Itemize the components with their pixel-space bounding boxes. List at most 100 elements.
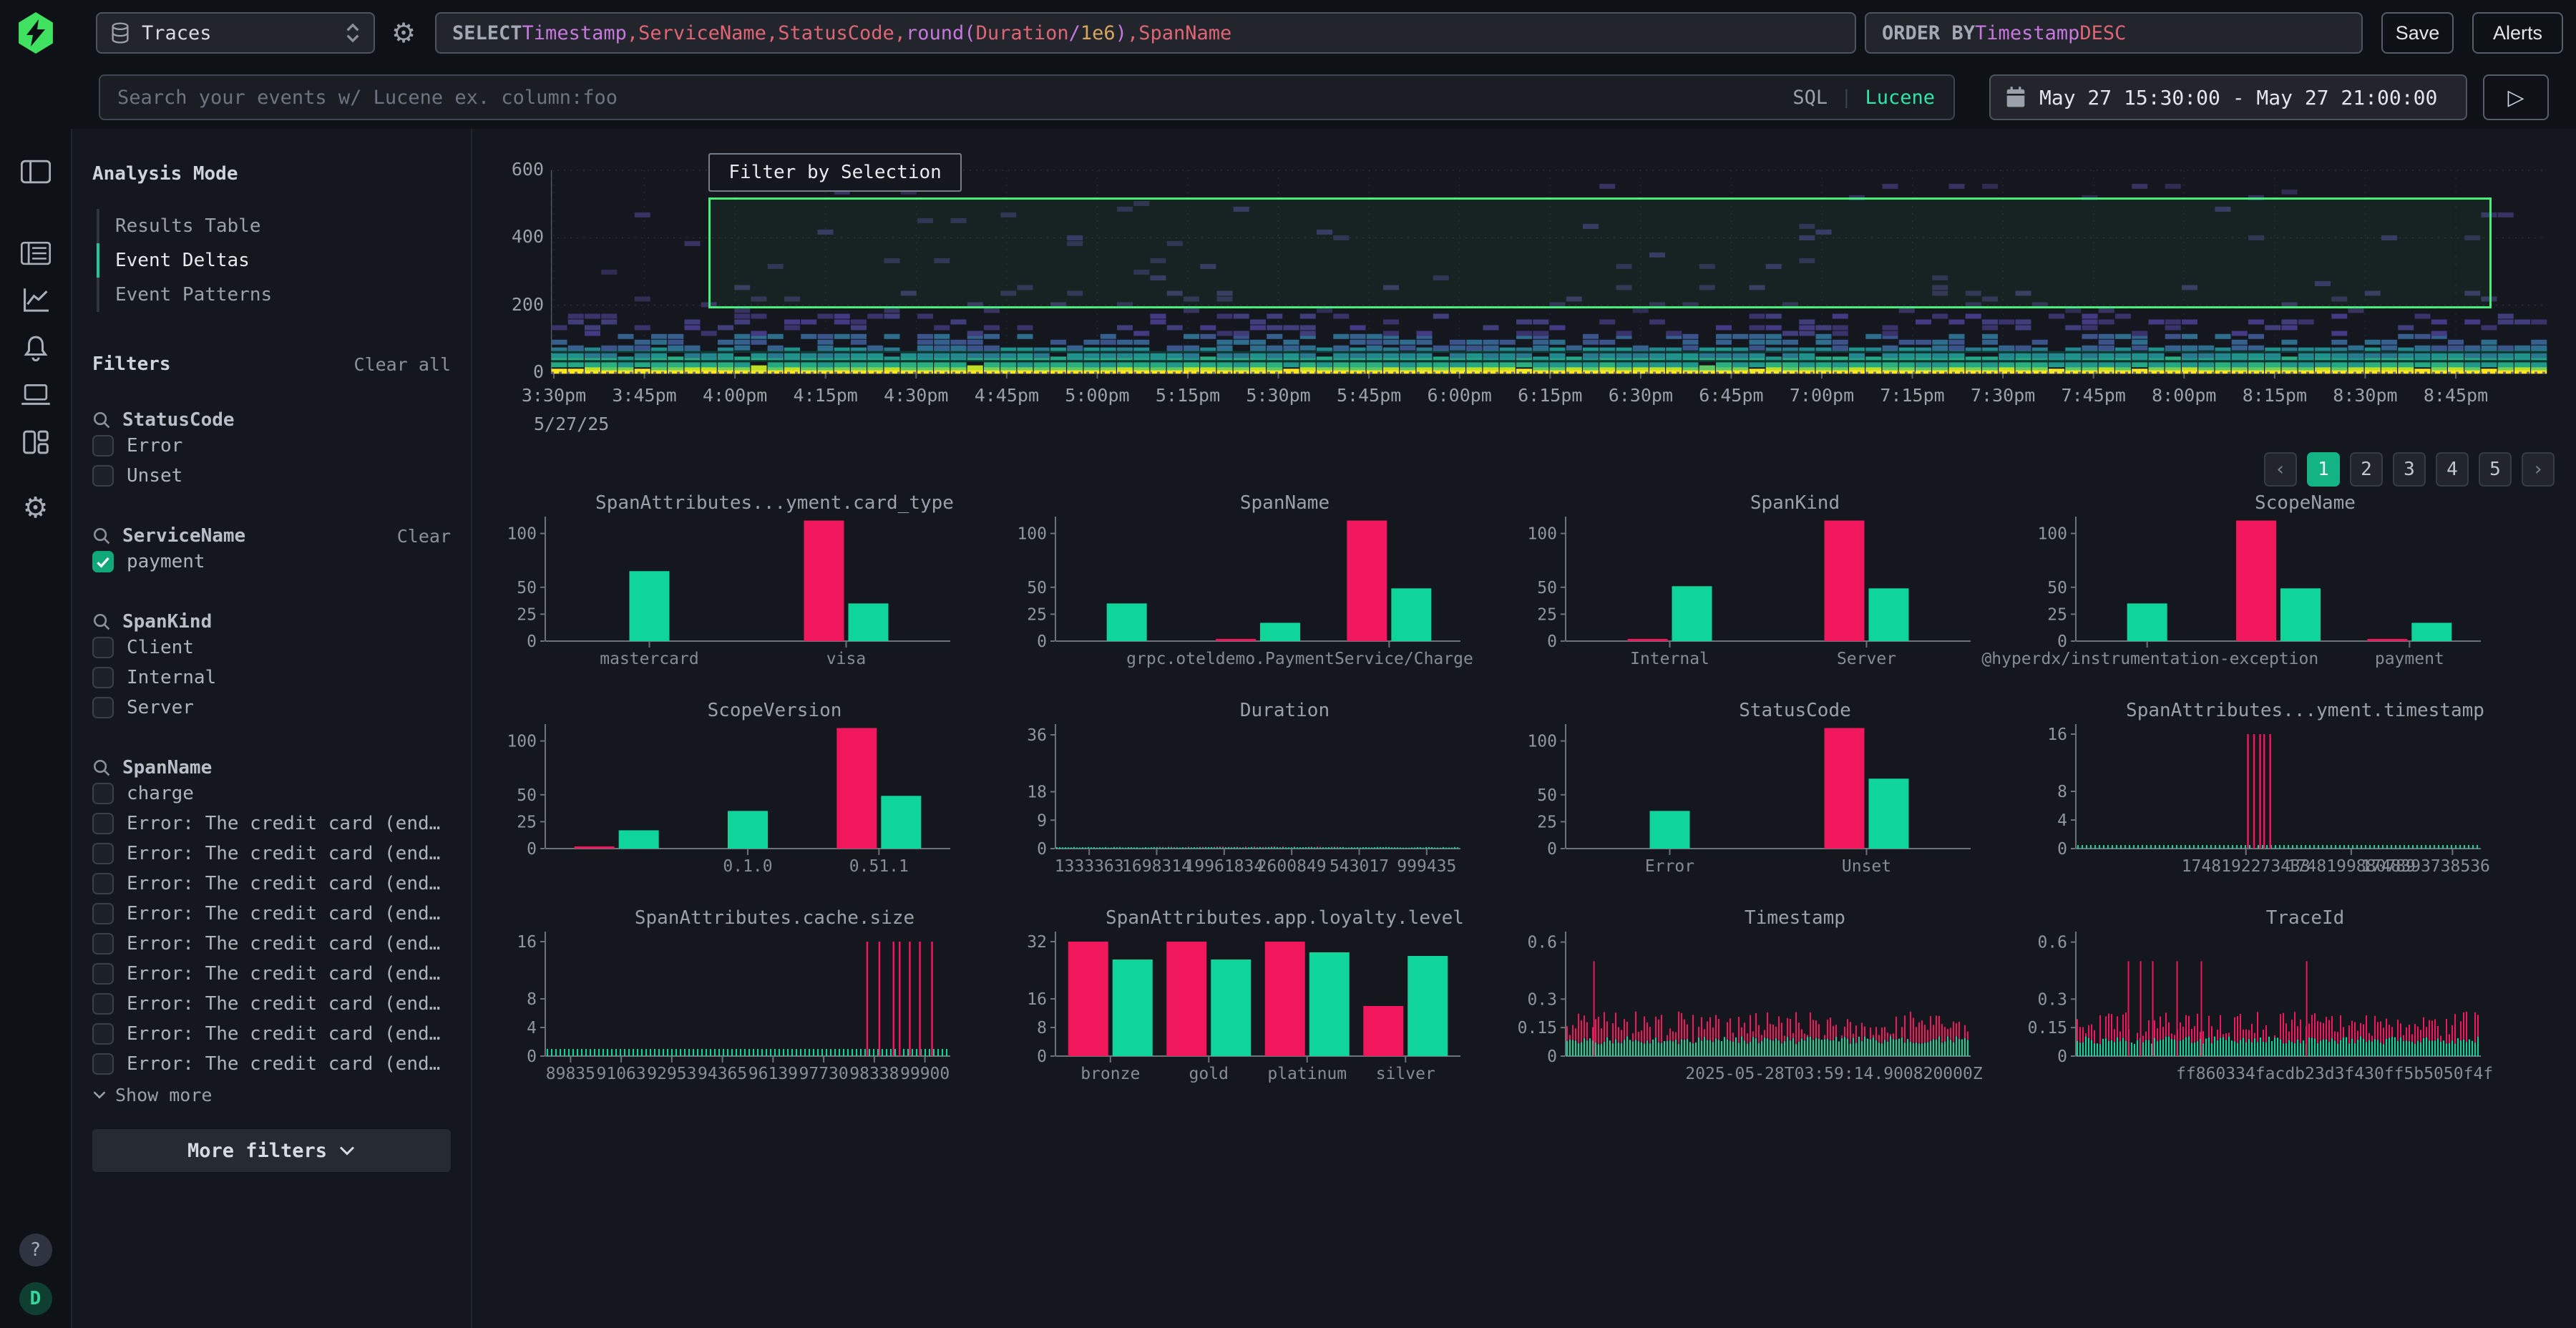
delta-chart-scope-version[interactable]: ScopeVersion025501000.1.00.51.1 bbox=[499, 700, 1010, 889]
checkbox-unchecked[interactable] bbox=[92, 873, 114, 894]
svg-text:50: 50 bbox=[2047, 579, 2067, 597]
svg-text:25: 25 bbox=[2047, 605, 2067, 624]
svg-text:Error: Error bbox=[1645, 857, 1694, 876]
page-button-5[interactable]: 5 bbox=[2479, 452, 2512, 487]
page-prev-button[interactable]: ‹ bbox=[2264, 452, 2297, 487]
filter-option[interactable]: payment bbox=[92, 547, 451, 577]
checkbox-unchecked[interactable] bbox=[92, 1053, 114, 1075]
app-logo[interactable] bbox=[17, 12, 54, 54]
delta-chart-card-type[interactable]: SpanAttributes...yment.card_type02550100… bbox=[499, 492, 1010, 681]
checkbox-unchecked[interactable] bbox=[92, 963, 114, 985]
filter-option[interactable]: Error: The credit card (end… bbox=[92, 1019, 451, 1049]
heatmap-x-tick: 7:30pm bbox=[1971, 385, 2035, 406]
svg-text:2025-05-28T03:59:14.900820000Z: 2025-05-28T03:59:14.900820000Z bbox=[1685, 1065, 1983, 1083]
sidebar-toggle-icon[interactable] bbox=[19, 155, 53, 189]
analysis-mode-results-table[interactable]: Results Table bbox=[97, 209, 451, 243]
delta-chart-payment-timestamp[interactable]: SpanAttributes...yment.timestamp04816174… bbox=[2030, 700, 2540, 889]
checkbox-unchecked[interactable] bbox=[92, 667, 114, 688]
checkbox-unchecked[interactable] bbox=[92, 843, 114, 864]
page-button-2[interactable]: 2 bbox=[2350, 452, 2383, 487]
svg-text:0.51.1: 0.51.1 bbox=[849, 857, 909, 876]
nav-settings-gear-icon[interactable]: ⚙ bbox=[19, 491, 53, 525]
heatmap-selection-box[interactable] bbox=[708, 197, 2491, 309]
delta-chart-timestamp[interactable]: Timestamp00.150.30.62025-05-28T03:59:14.… bbox=[1520, 907, 2030, 1096]
run-query-button[interactable]: ▷ bbox=[2483, 74, 2549, 120]
filter-option[interactable]: Client bbox=[92, 633, 451, 663]
delta-chart-loyalty-level[interactable]: SpanAttributes.app.loyalty.level081632br… bbox=[1010, 907, 1520, 1096]
svg-text:50: 50 bbox=[517, 579, 537, 597]
lucene-mode-toggle[interactable]: Lucene bbox=[1865, 87, 1935, 109]
delta-chart-span-name[interactable]: SpanName02550100grpc.oteldemo.PaymentSer… bbox=[1010, 492, 1520, 681]
filter-by-selection-tooltip[interactable]: Filter by Selection bbox=[708, 153, 961, 192]
filter-option[interactable]: Error: The credit card (end… bbox=[92, 1049, 451, 1079]
svg-text:Internal: Internal bbox=[1630, 650, 1709, 668]
clear-all-link[interactable]: Clear all bbox=[354, 354, 451, 375]
user-avatar[interactable]: D bbox=[19, 1282, 52, 1315]
sql-orderby-input[interactable]: ORDER BY Timestamp DESC bbox=[1865, 12, 2363, 54]
analysis-mode-event-patterns[interactable]: Event Patterns bbox=[97, 278, 451, 312]
page-button-1[interactable]: 1 bbox=[2307, 452, 2340, 487]
checkbox-unchecked[interactable] bbox=[92, 435, 114, 456]
delta-chart-scope-name[interactable]: ScopeName02550100@hyperdx/instrumentatio… bbox=[2030, 492, 2540, 681]
checkbox-unchecked[interactable] bbox=[92, 933, 114, 954]
alerts-button[interactable]: Alerts bbox=[2472, 12, 2563, 54]
nav-dashboards-icon[interactable] bbox=[19, 425, 53, 459]
filter-option[interactable]: Error: The credit card (end… bbox=[92, 959, 451, 989]
svg-text:8: 8 bbox=[527, 990, 537, 1009]
checkbox-unchecked[interactable] bbox=[92, 813, 114, 834]
filter-option[interactable]: Error: The credit card (end… bbox=[92, 809, 451, 839]
sql-select-input[interactable]: SELECT Timestamp,ServiceName,StatusCode,… bbox=[435, 12, 1856, 54]
filter-option[interactable]: Unset bbox=[92, 461, 451, 491]
filter-option[interactable]: Error: The credit card (end… bbox=[92, 899, 451, 929]
delta-chart-status-code[interactable]: StatusCode02550100ErrorUnset bbox=[1520, 700, 2030, 889]
checkbox-unchecked[interactable] bbox=[92, 1023, 114, 1045]
checkbox-unchecked[interactable] bbox=[92, 993, 114, 1015]
checkbox-unchecked[interactable] bbox=[92, 697, 114, 718]
date-range-picker[interactable]: May 27 15:30:00 - May 27 21:00:00 bbox=[1989, 74, 2467, 120]
more-filters-button[interactable]: More filters bbox=[92, 1129, 451, 1172]
nav-search-icon[interactable] bbox=[19, 236, 53, 270]
checkbox-checked[interactable] bbox=[92, 551, 114, 572]
filter-group-servicename: ServiceNameClearpayment bbox=[92, 525, 451, 577]
checkbox-unchecked[interactable] bbox=[92, 783, 114, 804]
delta-chart-trace-id[interactable]: TraceId00.150.30.6ff860334facdb23d3f430f… bbox=[2030, 907, 2540, 1096]
svg-text:94365: 94365 bbox=[698, 1065, 747, 1083]
delta-chart-duration[interactable]: Duration09183613333631698314199618342600… bbox=[1010, 700, 1520, 889]
filter-option[interactable]: charge bbox=[92, 778, 451, 809]
filter-option[interactable]: Server bbox=[92, 693, 451, 723]
filter-option[interactable]: Error: The credit card (end… bbox=[92, 869, 451, 899]
analysis-mode-event-deltas[interactable]: Event Deltas bbox=[97, 243, 451, 278]
page-button-4[interactable]: 4 bbox=[2436, 452, 2469, 487]
delta-chart-cache-size[interactable]: SpanAttributes.cache.size048168983591063… bbox=[499, 907, 1010, 1096]
events-heatmap-chart[interactable]: 02004006003:30pm3:45pm4:00pm4:15pm4:30pm… bbox=[551, 165, 2547, 379]
svg-text:100: 100 bbox=[507, 733, 537, 751]
nav-sessions-laptop-icon[interactable] bbox=[19, 378, 53, 412]
help-button[interactable]: ? bbox=[19, 1234, 52, 1266]
sql-mode-toggle[interactable]: SQL bbox=[1792, 87, 1828, 109]
show-more-link[interactable]: Show more bbox=[92, 1079, 451, 1110]
checkbox-unchecked[interactable] bbox=[92, 465, 114, 487]
nav-alerts-bell-icon[interactable] bbox=[19, 331, 53, 365]
source-select-value: Traces bbox=[142, 22, 212, 44]
filter-option[interactable]: Internal bbox=[92, 663, 451, 693]
filter-option[interactable]: Error: The credit card (end… bbox=[92, 989, 451, 1019]
checkbox-unchecked[interactable] bbox=[92, 637, 114, 658]
filter-option[interactable]: Error: The credit card (end… bbox=[92, 929, 451, 959]
page-button-3[interactable]: 3 bbox=[2393, 452, 2426, 487]
source-select[interactable]: Traces bbox=[96, 12, 375, 54]
filter-option[interactable]: Error bbox=[92, 431, 451, 461]
chart-title: Timestamp bbox=[1520, 907, 2030, 929]
page-next-button[interactable]: › bbox=[2522, 452, 2555, 487]
nav-chart-icon[interactable] bbox=[19, 283, 53, 318]
search-input[interactable] bbox=[100, 87, 1792, 109]
heatmap-x-tick: 8:30pm bbox=[2333, 385, 2397, 406]
filter-clear-link[interactable]: Clear bbox=[397, 526, 451, 547]
svg-text:bronze: bronze bbox=[1080, 1065, 1140, 1083]
svg-text:0.3: 0.3 bbox=[1527, 990, 1557, 1009]
save-button[interactable]: Save bbox=[2381, 12, 2454, 54]
source-settings-gear-icon[interactable]: ⚙ bbox=[386, 17, 421, 49]
checkbox-unchecked[interactable] bbox=[92, 903, 114, 924]
svg-text:0: 0 bbox=[2057, 1048, 2067, 1066]
filter-option[interactable]: Error: The credit card (end… bbox=[92, 839, 451, 869]
delta-chart-span-kind[interactable]: SpanKind02550100InternalServer bbox=[1520, 492, 2030, 681]
